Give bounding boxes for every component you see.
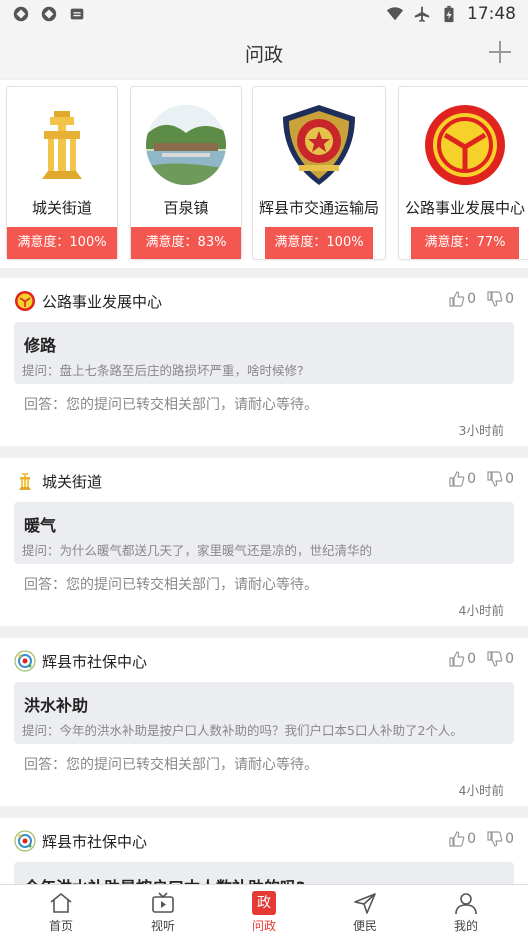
answer-text: 回答：您的提问已转交相关部门，请耐心等待。	[24, 397, 318, 413]
thumbs-down-icon	[487, 291, 503, 307]
nav-wenzheng[interactable]: 政 问政	[234, 891, 294, 937]
answer-text: 回答：您的提问已转交相关部门，请耐心等待。	[24, 757, 318, 773]
question-box[interactable]: 暖气 提问：为什么暖气都送几天了，家里暖气还是凉的，世纪清华的	[14, 502, 514, 564]
satisfaction-badge: 满意度：100%	[265, 227, 373, 259]
question-post[interactable]: 公路事业发展中心 0 0 修路 提问：盘上七条路至后庄的路损坏严重，啥时候修? …	[0, 278, 528, 446]
question-post[interactable]: 城关街道 0 0 暖气 提问：为什么暖气都送几天了，家里暖气还是凉的，世纪清华的…	[0, 458, 528, 626]
question-title: 暖气	[24, 516, 57, 535]
department-carousel[interactable]: 城关街道 满意度：100% 百泉镇 满意度：83% 辉县市交通运输局 满意度：1…	[0, 80, 528, 268]
department-name: 辉县市社保中心	[42, 832, 148, 851]
dislike-button[interactable]: 0	[486, 470, 514, 488]
dislike-button[interactable]: 0	[486, 290, 514, 308]
department-name: 辉县市社保中心	[42, 652, 148, 671]
chengguan-logo	[19, 473, 31, 490]
satisfaction-badge: 满意度：77%	[411, 227, 519, 259]
question-title: 今年洪水补助是按户口本人数补助的吗?	[24, 874, 305, 884]
department-name: 公路事业发展中心	[42, 292, 163, 311]
page-title: 问政	[244, 43, 283, 66]
department-card[interactable]: 城关街道 满意度：100%	[6, 86, 118, 260]
question-text: 提问：今年的洪水补助是按户口人数补助的吗？我们户口本5口人补助了2个人。	[22, 723, 463, 738]
thumbs-down-icon	[487, 471, 503, 487]
department-name: 辉县市交通运输局	[258, 199, 379, 217]
question-title: 修路	[24, 336, 57, 355]
question-box[interactable]: 洪水补助 提问：今年的洪水补助是按户口人数补助的吗？我们户口本5口人补助了2个人…	[14, 682, 514, 744]
zheng-badge-icon: 政	[252, 891, 276, 915]
department-card[interactable]: 公路事业发展中心 满意度：77%	[398, 86, 528, 260]
post-time: 3小时前	[458, 423, 504, 438]
like-count: 0	[467, 831, 477, 847]
dislike-count: 0	[505, 291, 514, 307]
clock: 17:48	[467, 4, 516, 24]
user-icon	[455, 893, 477, 915]
add-icon[interactable]	[486, 38, 514, 66]
question-post[interactable]: 辉县市社保中心 0 0 洪水补助 提问：今年的洪水补助是按户口人数补助的吗？我们…	[0, 638, 528, 806]
dislike-count: 0	[505, 831, 514, 847]
nav-mine[interactable]: 我的	[436, 891, 496, 937]
post-time: 4小时前	[458, 603, 504, 618]
nav-label: 首页	[48, 919, 73, 933]
thumbs-up-icon	[449, 471, 465, 487]
like-count: 0	[467, 291, 477, 307]
question-title: 洪水补助	[24, 696, 89, 715]
like-button[interactable]: 0	[448, 470, 476, 488]
answer-text: 回答：您的提问已转交相关部门，请耐心等待。	[24, 577, 318, 593]
highway-logo-icon	[425, 105, 505, 185]
dislike-count: 0	[505, 651, 514, 667]
nav-label: 便民	[352, 919, 377, 933]
department-name: 公路事业发展中心	[404, 199, 525, 217]
airplane-mode-icon	[414, 6, 430, 23]
dislike-count: 0	[505, 471, 514, 487]
thumbs-up-icon	[449, 291, 465, 307]
bottom-navigation: 首页 视听 政 问政 便民 我的	[0, 884, 528, 938]
department-name: 百泉镇	[163, 199, 209, 217]
dislike-button[interactable]: 0	[486, 650, 514, 668]
send-icon	[354, 893, 376, 914]
chengguan-logo	[42, 111, 82, 179]
nav-video[interactable]: 视听	[133, 891, 193, 937]
like-button[interactable]: 0	[448, 290, 476, 308]
satisfaction-badge: 满意度：100%	[7, 227, 117, 259]
like-button[interactable]: 0	[448, 650, 476, 668]
thumbs-down-icon	[487, 651, 503, 667]
department-name: 城关街道	[42, 472, 103, 491]
header: 问政	[0, 28, 528, 78]
nav-service[interactable]: 便民	[335, 891, 395, 937]
question-text: 提问：盘上七条路至后庄的路损坏严重，啥时候修?	[22, 363, 304, 378]
social-security-logo-icon	[14, 830, 36, 852]
app-notification-icon	[41, 6, 57, 22]
status-bar: 17:48	[0, 0, 528, 28]
thumbs-down-icon	[487, 831, 503, 847]
baiquan-town-photo-icon	[146, 105, 226, 185]
nav-label: 我的	[453, 919, 478, 933]
battery-charging-icon	[444, 5, 454, 23]
social-security-logo-icon	[14, 650, 36, 672]
tv-icon	[152, 892, 174, 913]
wifi-icon	[386, 7, 404, 21]
department-card[interactable]: 辉县市交通运输局 满意度：100%	[252, 86, 386, 260]
home-icon	[50, 892, 72, 913]
nav-home[interactable]: 首页	[31, 891, 91, 937]
department-card[interactable]: 百泉镇 满意度：83%	[130, 86, 242, 260]
question-post[interactable]: 辉县市社保中心 0 0 今年洪水补助是按户口本人数补助的吗?	[0, 818, 528, 884]
traffic-police-emblem-icon	[283, 105, 355, 185]
thumbs-up-icon	[449, 831, 465, 847]
like-count: 0	[467, 651, 477, 667]
thumbs-up-icon	[449, 651, 465, 667]
dislike-button[interactable]: 0	[486, 830, 514, 848]
highway-logo-icon	[15, 291, 35, 311]
nav-label: 问政	[251, 919, 276, 933]
nav-label: 视听	[150, 919, 175, 933]
question-text: 提问：为什么暖气都送几天了，家里暖气还是凉的，世纪清华的	[22, 543, 373, 558]
post-time: 4小时前	[458, 783, 504, 798]
question-box[interactable]: 修路 提问：盘上七条路至后庄的路损坏严重，啥时候修?	[14, 322, 514, 384]
like-count: 0	[467, 471, 477, 487]
app-notification-icon	[13, 6, 29, 22]
satisfaction-badge: 满意度：83%	[131, 227, 241, 259]
like-button[interactable]: 0	[448, 830, 476, 848]
department-name: 城关街道	[31, 199, 92, 217]
message-notification-icon	[70, 8, 84, 20]
question-box[interactable]: 今年洪水补助是按户口本人数补助的吗?	[14, 862, 514, 884]
